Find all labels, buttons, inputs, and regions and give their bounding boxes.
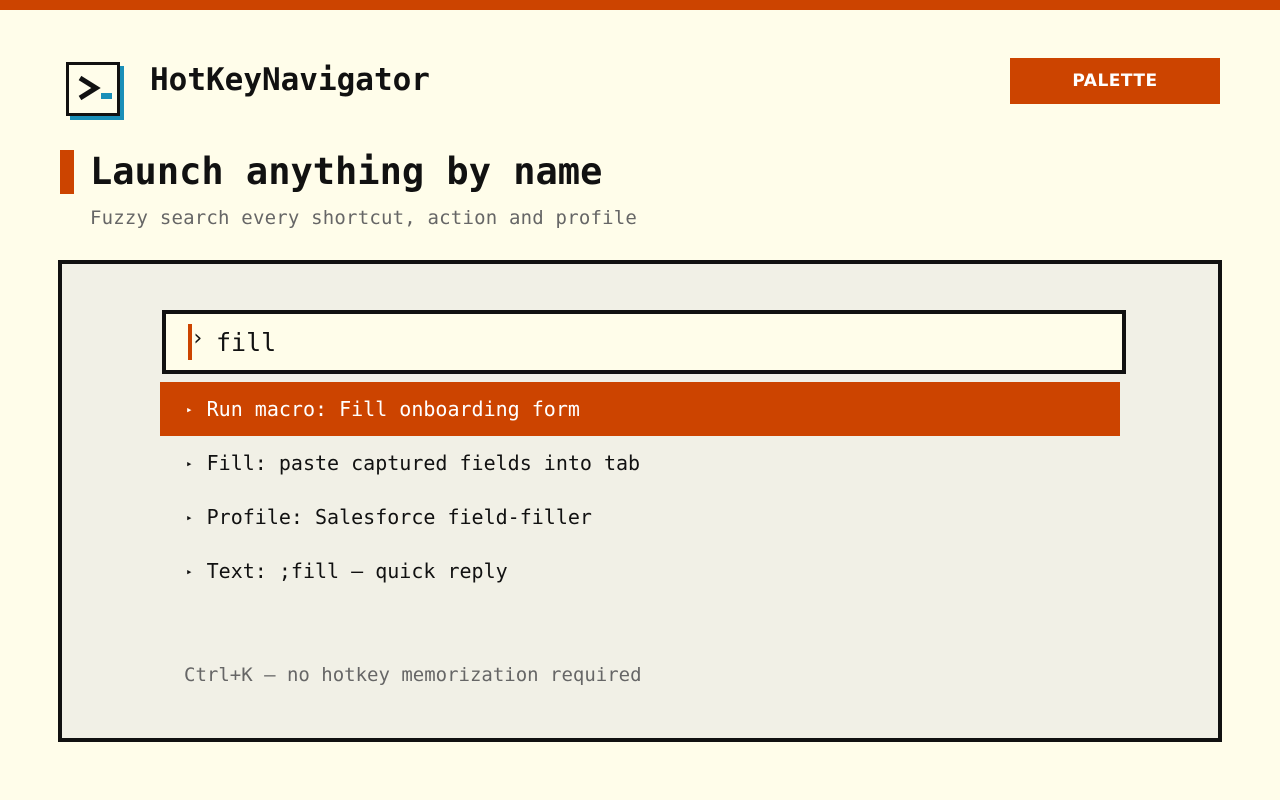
prompt-chevron-icon: ›: [191, 326, 205, 351]
app-logo: [66, 62, 124, 120]
keyboard-hint: Ctrl+K — no hotkey memorization required: [184, 664, 642, 686]
bullet-triangle-icon: ▸: [186, 564, 193, 578]
headline-accent-bar: [60, 150, 74, 194]
result-item[interactable]: ▸ Profile: Salesforce field-filler: [160, 490, 1120, 544]
result-item[interactable]: ▸ Text: ;fill — quick reply: [160, 544, 1120, 598]
top-accent-bar: [0, 0, 1280, 10]
page-subtitle: Fuzzy search every shortcut, action and …: [90, 207, 638, 229]
result-label: Run macro: Fill onboarding form: [206, 397, 580, 421]
page-title: Launch anything by name: [90, 150, 603, 193]
result-label: Profile: Salesforce field-filler: [206, 505, 592, 529]
palette-button[interactable]: PALETTE: [1010, 58, 1220, 104]
terminal-prompt-icon: [78, 75, 112, 101]
result-item[interactable]: ▸ Fill: paste captured fields into tab: [160, 436, 1120, 490]
result-label: Text: ;fill — quick reply: [206, 559, 508, 583]
app-name: HotKeyNavigator: [150, 62, 430, 98]
search-box[interactable]: ›: [162, 310, 1126, 374]
bullet-triangle-icon: ▸: [186, 456, 193, 470]
search-input[interactable]: [216, 324, 1096, 360]
results-list: ▸ Run macro: Fill onboarding form ▸ Fill…: [160, 382, 1120, 598]
bullet-triangle-icon: ▸: [186, 510, 193, 524]
result-label: Fill: paste captured fields into tab: [206, 451, 641, 475]
result-item-selected[interactable]: ▸ Run macro: Fill onboarding form: [160, 382, 1120, 436]
command-palette-panel: › ▸ Run macro: Fill onboarding form ▸ Fi…: [58, 260, 1222, 742]
bullet-triangle-icon: ▸: [186, 402, 193, 416]
